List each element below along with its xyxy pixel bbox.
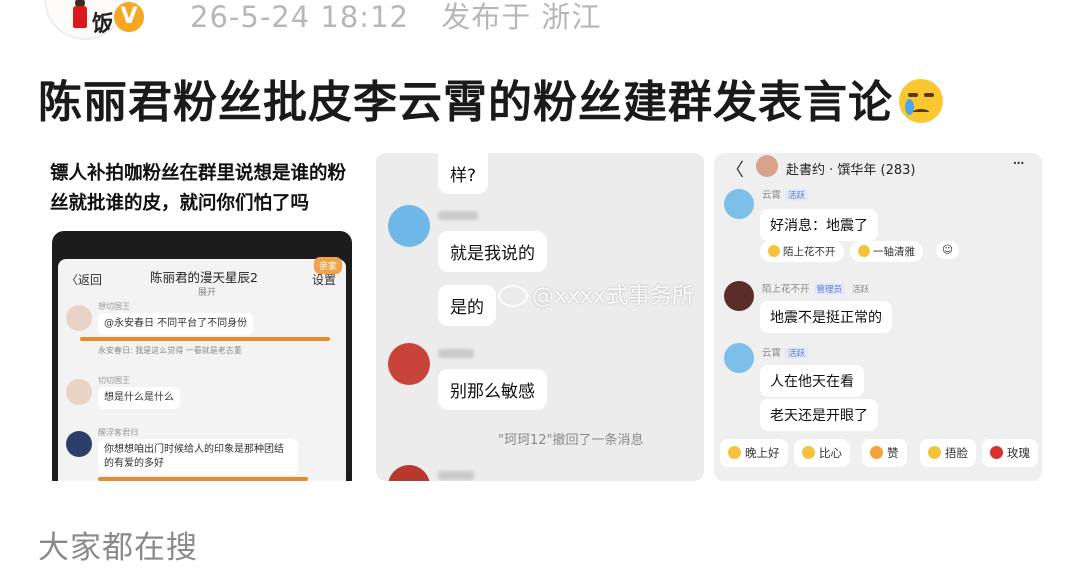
avatar-figure (73, 6, 87, 28)
post-image-2[interactable]: 样? 就是我说的 是的 别那么敏感 "珂珂12"撤回了一条消息 (376, 153, 704, 481)
crying-face-icon (899, 79, 943, 123)
phone-msg2: 想是什么是什么 (98, 387, 180, 409)
reaction-chip[interactable]: 陌上花不开 (760, 241, 844, 262)
heart-hand-icon (802, 446, 815, 459)
reaction-emoji-icon (768, 245, 780, 257)
post-meta: 26-5-24 18:12 发布于 浙江 (190, 0, 623, 36)
phone-msg3-name: 醒浮客君归 (98, 428, 138, 437)
add-reaction-icon[interactable]: ☺ (936, 241, 959, 259)
blurred-username (438, 211, 478, 220)
phone-group-title: 陈丽君的漫天星辰2 (150, 270, 258, 285)
reaction-chip[interactable]: 一轴清雅 (850, 241, 923, 262)
chat-bubble: 是的 (438, 285, 496, 326)
avatar (388, 205, 430, 247)
avatar (66, 305, 92, 331)
avatar (388, 465, 430, 481)
more-icon: ··· (1012, 153, 1025, 174)
phone-group-status: 展开 (198, 288, 217, 298)
post-date: 26-5-24 18:12 (190, 0, 409, 34)
post-title: 陈丽君粉丝批皮李云霄的粉丝建群发表言论 (38, 66, 943, 130)
avatar-text: 饭 (92, 12, 115, 37)
chat-bubble: 好消息：地震了 (760, 209, 878, 241)
weibo-logo-icon (498, 285, 528, 307)
blurred-username (438, 471, 474, 480)
smile-icon (728, 446, 741, 459)
phone-screen: 〈返回 陈丽君的漫天星辰2 展开 设置 想切国王 @永安春日 不同平台了不同身份… (58, 259, 346, 481)
thumbs-up-icon (870, 446, 883, 459)
highlight-underline (80, 337, 330, 341)
group-avatar (756, 155, 778, 177)
phone-msg1: @永安春日 不同平台了不同身份 (98, 313, 254, 335)
rose-icon (990, 446, 1003, 459)
sender-name: 云霄 活跃 (762, 345, 809, 359)
weibo-watermark: @xxxx式事务所 (498, 278, 694, 310)
avatar (724, 281, 754, 311)
post-title-text: 陈丽君粉丝批皮李云霄的粉丝建群发表言论 (38, 77, 893, 128)
quick-reply-chip[interactable]: 玫瑰 (982, 439, 1038, 467)
quick-reply-chip[interactable]: 捂脸 (920, 439, 976, 467)
chat-bubble: 就是我说的 (438, 231, 547, 272)
quick-reply-chip[interactable]: 晚上好 (720, 439, 788, 467)
verified-badge-icon: V (112, 0, 146, 34)
avatar (724, 343, 754, 373)
phone-screenshot: 〈返回 陈丽君的漫天星辰2 展开 设置 想切国王 @永安春日 不同平台了不同身份… (52, 231, 352, 481)
back-icon: 〈 (726, 160, 744, 181)
phone-msg1-name: 想切国王 (98, 302, 130, 311)
chat-bubble: 地震不是挺正常的 (760, 301, 892, 333)
reaction-emoji-icon (858, 245, 870, 257)
sender-name: 陌上花不开 管理员 活跃 (762, 283, 870, 295)
highlight-underline (98, 477, 308, 481)
phone-msg2-name: 切切国王 (98, 376, 130, 385)
avatar (66, 431, 92, 457)
post-image-1[interactable]: 镖人补拍咖粉丝在群里说想是谁的粉丝就批谁的皮，就问你们怕了吗 〈返回 陈丽君的漫… (38, 153, 365, 481)
avatar (388, 343, 430, 385)
phone-back-button: 〈返回 (66, 273, 103, 287)
avatar (724, 189, 754, 219)
phone-msg1-quote: 永安春日: 我是这么觉得 一看就是老古董 (98, 346, 242, 355)
blurred-username (438, 349, 474, 358)
trending-search-heading: 大家都在搜 (38, 530, 198, 566)
chat-group-title: 赴書约 · 馔华年 (283) (786, 163, 916, 178)
chat-bubble: 样? (438, 153, 489, 194)
chat-bubble: 别那么敏感 (438, 369, 547, 410)
avatar (66, 379, 92, 405)
chat-bubble: 老天还是开眼了 (760, 399, 878, 431)
chat-bubble: 人在他天在看 (760, 365, 864, 397)
sender-name: 云霄 活跃 (762, 187, 809, 201)
facepalm-icon (928, 446, 941, 459)
quick-reply-chip[interactable]: 赞 (862, 439, 907, 467)
phone-msg3: 你想想咱出门时候给人的印象是那种团结的有爱的多好 (98, 439, 298, 475)
post-source: 发布于 浙江 (441, 0, 602, 34)
quick-reply-chip[interactable]: 比心 (794, 439, 850, 467)
chat-header: 〈 赴書约 · 馔华年 (283) ··· (714, 153, 1042, 183)
image1-caption: 镖人补拍咖粉丝在群里说想是谁的粉丝就批谁的皮，就问你们怕了吗 (50, 163, 347, 214)
quick-reply-bar: 晚上好 比心 赞 捂脸 玫瑰 (720, 439, 1038, 469)
post-image-3[interactable]: 〈 赴書约 · 馔华年 (283) ··· 云霄 活跃 好消息：地震了 陌上花不开… (714, 153, 1042, 481)
phone-badge: 亲家 (314, 257, 343, 274)
system-message: "珂珂12"撤回了一条消息 (498, 433, 644, 448)
